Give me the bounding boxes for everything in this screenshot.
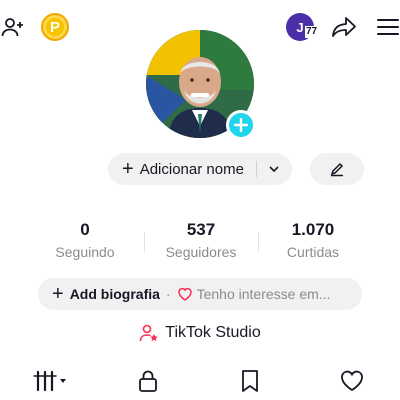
tab-saved[interactable] [230, 366, 270, 396]
followers-label: Seguidores [165, 244, 237, 260]
plus-icon: + [52, 283, 64, 305]
profile-avatar-wrap [146, 30, 256, 140]
share-icon[interactable] [330, 14, 358, 40]
tiktok-studio-label: TikTok Studio [165, 324, 261, 341]
profile-tabs [0, 362, 400, 400]
add-name-label: Adicionar nome [139, 160, 244, 178]
menu-icon[interactable] [376, 14, 400, 40]
lock-icon [139, 370, 157, 392]
tab-videos[interactable] [30, 366, 70, 396]
add-bio-label[interactable]: Add biografia [70, 286, 160, 302]
tab-private[interactable] [128, 366, 168, 396]
coin-label: P [49, 18, 60, 36]
likes-count: 1.070 [291, 220, 335, 239]
following-label: Seguindo [55, 244, 115, 260]
bookmark-icon [242, 370, 258, 392]
heart-icon [341, 370, 363, 392]
account-badge: 77 [305, 26, 319, 38]
plus-icon: + [122, 158, 134, 180]
coin-icon[interactable]: P [41, 13, 69, 41]
pencil-icon [330, 162, 344, 177]
tab-liked[interactable] [332, 366, 372, 396]
likes-label: Curtidas [286, 244, 340, 260]
following-count: 0 [80, 220, 90, 239]
button-divider [256, 161, 257, 177]
interests-label[interactable]: Tenho interesse em... [197, 286, 331, 302]
bio-pill[interactable]: + Add biografia · Tenho interesse em... [38, 278, 362, 310]
bio-separator: · [165, 286, 171, 302]
profile-stats: 0 Seguindo 537 Seguidores 1.070 Curtidas [30, 220, 370, 264]
following-stat[interactable]: 0 Seguindo [30, 220, 140, 260]
add-photo-button[interactable] [226, 110, 256, 140]
chevron-down-icon[interactable] [266, 161, 282, 177]
edit-profile-button[interactable] [310, 153, 364, 185]
followers-stat[interactable]: 537 Seguidores [146, 220, 256, 260]
account-initial: J [296, 19, 304, 35]
plus-icon [234, 118, 248, 132]
videos-grid-icon [33, 370, 66, 392]
followers-count: 537 [186, 220, 216, 239]
stat-divider [144, 232, 145, 252]
tiktok-studio-link[interactable]: TikTok Studio [0, 320, 400, 346]
studio-user-icon [139, 324, 159, 342]
likes-stat[interactable]: 1.070 Curtidas [258, 220, 368, 260]
add-user-icon[interactable] [0, 14, 26, 40]
heart-icon [177, 287, 192, 301]
add-name-button[interactable]: + Adicionar nome [108, 153, 292, 185]
